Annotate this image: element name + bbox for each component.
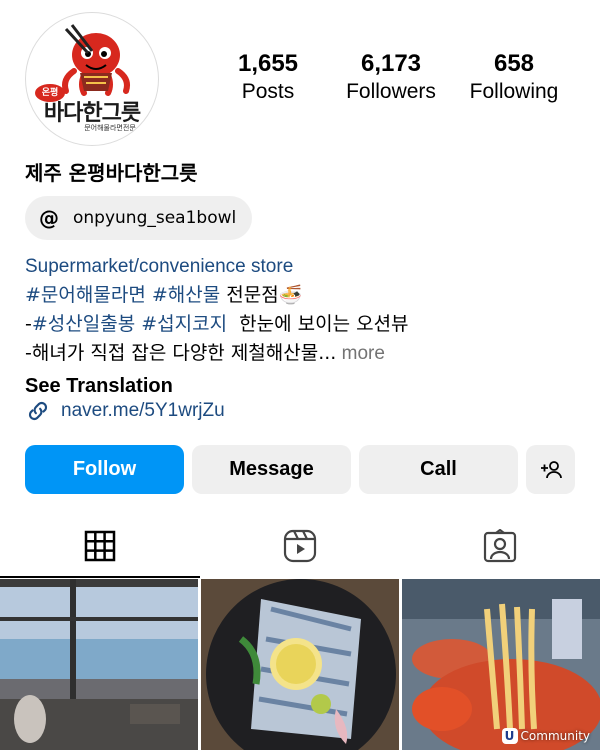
stat-following[interactable]: 658 Following xyxy=(464,50,564,106)
grid-icon xyxy=(84,530,116,562)
threads-icon: @ xyxy=(39,206,59,230)
posts-count: 1,655 xyxy=(237,50,299,77)
bio-hashtags-1[interactable]: #문어해물라면 #해산물 xyxy=(25,284,220,306)
watermark-logo-icon: U xyxy=(501,728,518,744)
tab-grid[interactable] xyxy=(0,520,200,578)
link-text: naver.me/5Y1wrjZu xyxy=(61,400,225,421)
profile-tabs xyxy=(0,520,600,578)
followers-count: 6,173 xyxy=(360,50,422,77)
post-thumbnail-1[interactable] xyxy=(0,579,198,750)
follow-button[interactable]: Follow xyxy=(25,445,184,494)
tab-reels[interactable] xyxy=(200,520,400,572)
bio-line4-text: -해녀가 직접 잡은 다양한 제철해산물... xyxy=(25,342,337,364)
following-count: 658 xyxy=(493,50,535,77)
profile-bio: Supermarket/convenience store #문어해물라면 #해… xyxy=(25,253,585,400)
followers-label: Followers xyxy=(346,80,436,103)
watermark-text: Community xyxy=(520,729,590,743)
more-link[interactable]: more xyxy=(336,343,385,364)
bio-line2-text: 전문점 xyxy=(220,284,279,306)
reels-icon xyxy=(283,529,317,563)
bio-line3-text: 한눈에 보이는 오션뷰 xyxy=(227,313,409,335)
profile-name: 제주 온평바다한그릇 xyxy=(25,161,198,185)
active-tab-indicator xyxy=(0,576,200,578)
noodle-emoji: 🍜 xyxy=(278,285,303,306)
add-person-button[interactable] xyxy=(526,445,575,494)
stat-followers[interactable]: 6,173 Followers xyxy=(341,50,441,106)
tab-tagged[interactable] xyxy=(400,520,600,572)
watermark-badge: U Community xyxy=(501,728,590,744)
add-person-icon xyxy=(540,460,562,478)
bio-hashtags-2[interactable]: #성산일출봉 #섭지코지 xyxy=(32,313,227,335)
tagged-icon xyxy=(483,529,517,563)
post-thumbnail-3[interactable]: U Community xyxy=(402,579,600,750)
post-grid: U Community xyxy=(0,579,600,750)
threads-badge[interactable]: @ onpyung_sea1bowl xyxy=(25,196,253,240)
call-button[interactable]: Call xyxy=(359,445,518,494)
ocean-view-photo xyxy=(0,579,198,750)
threads-handle: onpyung_sea1bowl xyxy=(73,208,237,228)
bio-line3-prefix: - xyxy=(25,313,32,335)
bio-category[interactable]: Supermarket/convenience store xyxy=(25,253,585,281)
message-button[interactable]: Message xyxy=(192,445,351,494)
profile-link[interactable]: naver.me/5Y1wrjZu xyxy=(25,398,225,424)
following-label: Following xyxy=(469,80,559,103)
profile-avatar[interactable]: 온평 바다한그릇 문어해물라면전문 xyxy=(25,12,159,146)
stat-posts[interactable]: 1,655 Posts xyxy=(232,50,304,106)
posts-label: Posts xyxy=(241,80,295,103)
seafood-ramen-photo xyxy=(402,579,600,750)
avatar-logo-subtext: 문어해물라면전문 xyxy=(84,124,136,132)
see-translation-link[interactable]: See Translation xyxy=(25,372,585,400)
link-icon xyxy=(28,401,48,421)
mackerel-sashimi-photo xyxy=(201,579,399,750)
post-thumbnail-2[interactable] xyxy=(201,579,399,750)
